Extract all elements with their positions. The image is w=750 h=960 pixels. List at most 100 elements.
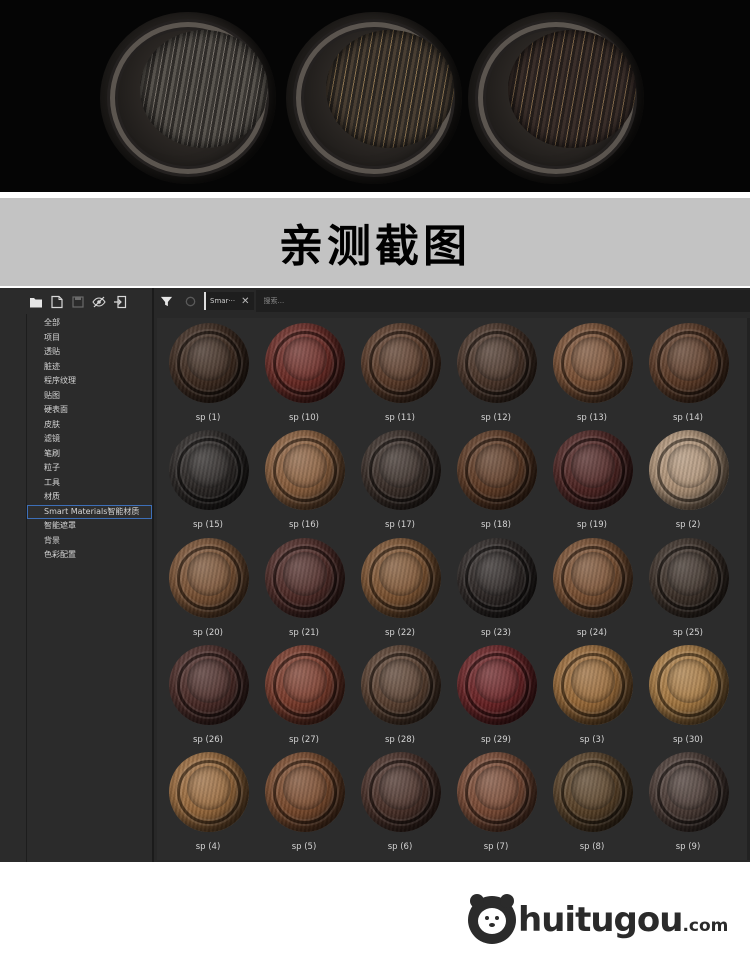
material-label: sp (30) (673, 735, 703, 745)
close-icon[interactable]: ✕ (241, 296, 249, 307)
sidebar-item[interactable]: 滤镜 (27, 432, 153, 447)
material-tile[interactable]: sp (6) (352, 749, 448, 856)
shelf-window: 全部 项目 透贴 脏迹 程序纹理 贴图 硬表面 皮肤 滤镜 笔刷 粒子 工具 材质 Smart Mater… (0, 288, 750, 862)
sidebar-item[interactable]: 透贴 (27, 345, 153, 360)
material-label: sp (11) (385, 413, 415, 423)
material-tile[interactable]: sp (20) (160, 535, 256, 642)
material-tile[interactable]: sp (8) (544, 749, 640, 856)
content-toolbar: Smar··· ✕ (152, 288, 750, 314)
material-thumbnail (457, 538, 537, 618)
material-tile[interactable]: sp (14) (640, 320, 736, 427)
sidebar-item[interactable]: 程序纹理 (27, 374, 153, 389)
search-input[interactable] (255, 290, 750, 312)
material-thumbnail (457, 323, 537, 403)
sidebar-item[interactable]: 色彩配置 (27, 548, 153, 563)
hide-icon[interactable] (91, 294, 107, 310)
bear-logo-icon (468, 894, 516, 944)
sidebar-item[interactable]: 智能遮罩 (27, 519, 153, 534)
material-label: sp (8) (579, 842, 605, 852)
material-tile[interactable]: sp (27) (256, 642, 352, 749)
material-thumbnail (361, 430, 441, 510)
material-tile[interactable]: sp (29) (448, 642, 544, 749)
material-label: sp (10) (289, 413, 319, 423)
material-tile[interactable]: sp (25) (640, 535, 736, 642)
wood-sphere-render (468, 12, 644, 184)
sidebar-item[interactable]: 粒子 (27, 461, 153, 476)
sidebar-item[interactable]: 硬表面 (27, 403, 153, 418)
save-icon (70, 294, 86, 310)
sidebar-item[interactable]: 全部 (27, 316, 153, 331)
sidebar-item[interactable]: 笔刷 (27, 447, 153, 462)
material-tile[interactable]: sp (2) (640, 427, 736, 534)
material-label: sp (23) (481, 628, 511, 638)
material-tile[interactable]: sp (22) (352, 535, 448, 642)
material-label: sp (25) (673, 628, 703, 638)
material-thumbnail (169, 323, 249, 403)
material-tile[interactable]: sp (9) (640, 749, 736, 856)
material-thumbnail (553, 323, 633, 403)
material-label: sp (2) (675, 520, 701, 530)
shelf-sidebar: 全部 项目 透贴 脏迹 程序纹理 贴图 硬表面 皮肤 滤镜 笔刷 粒子 工具 材质 Smart Mater… (0, 288, 154, 862)
material-label: sp (1) (195, 413, 221, 423)
logo-brand: huitugou (518, 900, 683, 940)
shelf-content: Smar··· ✕ sp (1)sp (10)sp (11)sp (12)sp … (152, 288, 750, 862)
material-tile[interactable]: sp (11) (352, 320, 448, 427)
import-icon[interactable] (112, 294, 128, 310)
material-tile[interactable]: sp (30) (640, 642, 736, 749)
material-thumbnail (457, 752, 537, 832)
sidebar-item[interactable]: 背景 (27, 534, 153, 549)
material-label: sp (29) (481, 735, 511, 745)
material-tile[interactable]: sp (10) (256, 320, 352, 427)
material-label: sp (6) (387, 842, 413, 852)
material-thumbnail (169, 645, 249, 725)
material-tile[interactable]: sp (19) (544, 427, 640, 534)
category-tree: 全部 项目 透贴 脏迹 程序纹理 贴图 硬表面 皮肤 滤镜 笔刷 粒子 工具 材质 Smart Mater… (26, 314, 153, 862)
sidebar-item[interactable]: 皮肤 (27, 418, 153, 433)
material-label: sp (9) (675, 842, 701, 852)
material-label: sp (26) (193, 735, 223, 745)
material-tile[interactable]: sp (13) (544, 320, 640, 427)
material-tile[interactable]: sp (23) (448, 535, 544, 642)
material-thumbnail (361, 323, 441, 403)
material-tile[interactable]: sp (12) (448, 320, 544, 427)
sidebar-item[interactable]: 材质 (27, 490, 153, 505)
sidebar-item[interactable]: Smart Materials智能材质 (27, 504, 152, 519)
sidebar-item[interactable]: 贴图 (27, 389, 153, 404)
material-label: sp (15) (193, 520, 223, 530)
material-tile[interactable]: sp (7) (448, 749, 544, 856)
material-thumbnail (361, 538, 441, 618)
material-tile[interactable]: sp (21) (256, 535, 352, 642)
banner-title: 亲测截图 (279, 221, 471, 272)
material-thumbnail (361, 645, 441, 725)
material-thumbnail (649, 323, 729, 403)
material-thumbnail (265, 645, 345, 725)
active-filter-tag[interactable]: Smar··· ✕ (204, 292, 254, 310)
material-tile[interactable]: sp (18) (448, 427, 544, 534)
material-thumbnail (649, 430, 729, 510)
filter-icon[interactable] (156, 291, 176, 311)
material-tile[interactable]: sp (5) (256, 749, 352, 856)
material-label: sp (5) (291, 842, 317, 852)
material-tile[interactable]: sp (17) (352, 427, 448, 534)
material-tile[interactable]: sp (4) (160, 749, 256, 856)
material-thumbnail (265, 538, 345, 618)
material-label: sp (20) (193, 628, 223, 638)
material-tile[interactable]: sp (26) (160, 642, 256, 749)
material-tile[interactable]: sp (16) (256, 427, 352, 534)
material-tile[interactable]: sp (28) (352, 642, 448, 749)
material-label: sp (7) (483, 842, 509, 852)
new-file-icon[interactable] (49, 294, 65, 310)
material-thumbnail (553, 430, 633, 510)
folder-icon[interactable] (28, 294, 44, 310)
sidebar-item[interactable]: 脏迹 (27, 360, 153, 375)
material-tile[interactable]: sp (1) (160, 320, 256, 427)
preview-banner-image (0, 0, 750, 192)
material-tile[interactable]: sp (24) (544, 535, 640, 642)
sidebar-item[interactable]: 工具 (27, 476, 153, 491)
wood-sphere-render (286, 12, 462, 184)
material-tile[interactable]: sp (3) (544, 642, 640, 749)
material-thumbnail (649, 538, 729, 618)
material-tile[interactable]: sp (15) (160, 427, 256, 534)
refresh-icon[interactable] (180, 291, 200, 311)
sidebar-item[interactable]: 项目 (27, 331, 153, 346)
